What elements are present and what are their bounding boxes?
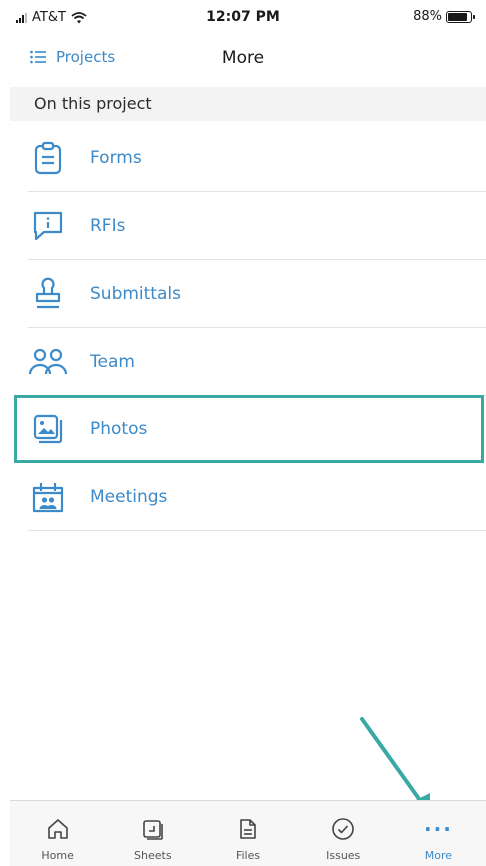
tab-label: Home (41, 849, 74, 862)
section-header: On this project (10, 87, 486, 121)
menu-item-rfis[interactable]: RFIs (28, 192, 486, 260)
sheets-icon (139, 815, 167, 843)
people-icon (28, 342, 68, 382)
clipboard-icon (28, 138, 68, 178)
photos-icon (28, 409, 68, 449)
tab-bar: Home Sheets Files Issues ··· More (10, 800, 486, 866)
nav-bar: Projects More (0, 40, 486, 80)
menu-item-label: Submittals (90, 283, 181, 304)
tab-label: Files (235, 849, 261, 862)
tab-issues[interactable]: Issues (296, 801, 391, 866)
menu-item-label: RFIs (90, 215, 126, 236)
menu-item-label: Team (90, 351, 135, 372)
tab-label: Issues (326, 849, 361, 862)
status-bar: AT&T 12:07 PM 88% (0, 0, 486, 36)
tab-label: Sheets (134, 849, 172, 862)
tab-home[interactable]: Home (10, 801, 105, 866)
status-right: 88% (413, 9, 475, 24)
home-icon (44, 815, 72, 843)
stamp-icon (28, 274, 68, 314)
info-chat-icon (28, 206, 68, 246)
menu-item-meetings[interactable]: Meetings (28, 463, 486, 531)
battery-fill (448, 12, 468, 21)
menu-item-forms[interactable]: Forms (28, 124, 486, 192)
menu-item-label: Forms (90, 147, 142, 168)
menu-item-team[interactable]: Team (28, 328, 486, 396)
menu-item-label: Meetings (90, 486, 168, 507)
tab-label: More (424, 849, 453, 862)
tab-files[interactable]: Files (200, 801, 295, 866)
battery-icon (446, 10, 475, 23)
tab-more[interactable]: ··· More (391, 801, 486, 866)
projects-back-label: Projects (56, 48, 116, 66)
projects-back-button[interactable]: Projects (30, 48, 115, 66)
section-title: On this project (34, 94, 152, 113)
check-circle-icon (329, 815, 357, 843)
battery-percent: 88% (413, 9, 442, 24)
tab-sheets[interactable]: Sheets (105, 801, 200, 866)
calendar-people-icon (28, 477, 68, 517)
file-icon (234, 815, 262, 843)
menu-item-label: Photos (90, 419, 148, 439)
menu-item-photos[interactable]: Photos (14, 395, 484, 463)
list-icon (30, 50, 46, 64)
more-dots-icon: ··· (424, 817, 453, 841)
menu-item-submittals[interactable]: Submittals (28, 260, 486, 328)
